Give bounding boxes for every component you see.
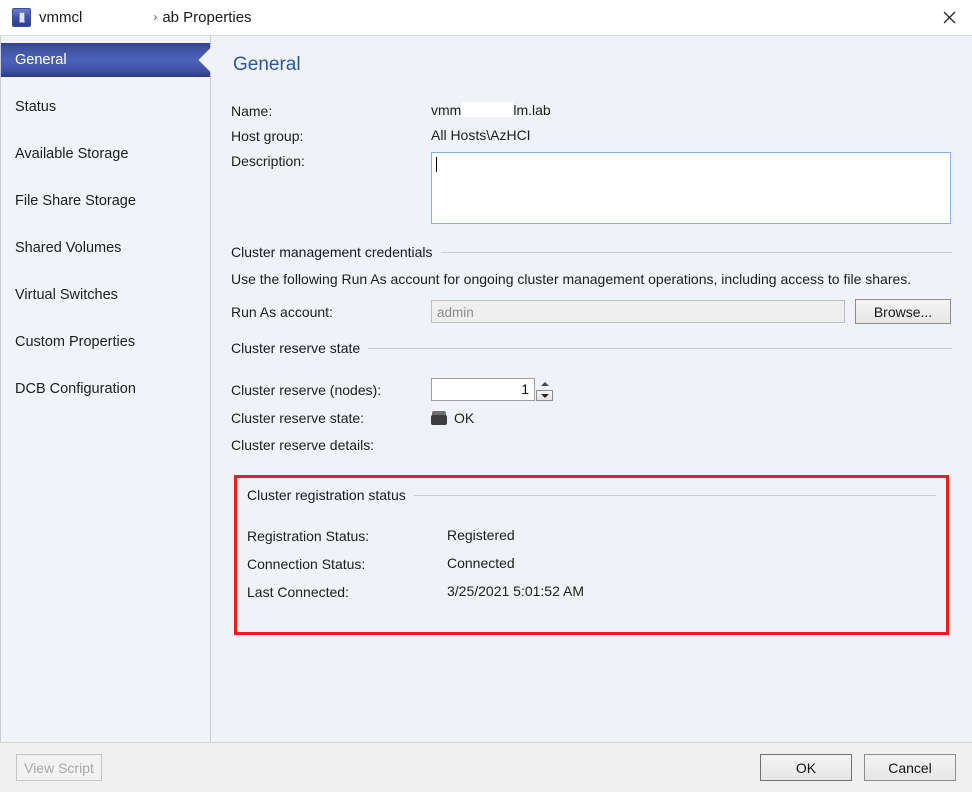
sidebar-item-virtual-switches[interactable]: Virtual Switches (1, 278, 210, 312)
registration-rows: Registration Status: Registered Connecti… (247, 527, 936, 600)
ok-button[interactable]: OK (760, 754, 852, 781)
sidebar-item-label: File Share Storage (15, 193, 136, 209)
registration-group-header: Cluster registration status (247, 487, 936, 503)
stepper-buttons (536, 378, 553, 401)
caret-down-icon (541, 394, 549, 398)
dialog-body: General Status Available Storage File Sh… (0, 35, 972, 742)
host-group-row: Host group: All Hosts\AzHCI (231, 127, 952, 144)
registration-status-value: Registered (447, 527, 515, 543)
name-value: vmm lm.lab (431, 102, 551, 118)
host-group-label: Host group: (231, 127, 431, 144)
host-group-value: All Hosts\AzHCI (431, 127, 531, 143)
group-divider (414, 495, 936, 496)
name-row: Name: vmm lm.lab (231, 102, 952, 119)
reserve-state-label: Cluster reserve state: (231, 409, 431, 426)
view-script-button[interactable]: View Script (16, 754, 102, 781)
browse-button[interactable]: Browse... (855, 299, 951, 324)
group-divider (441, 252, 952, 253)
name-label: Name: (231, 102, 431, 119)
description-row: Description: (231, 152, 952, 224)
description-label: Description: (231, 152, 431, 169)
description-input[interactable] (431, 152, 951, 224)
registration-status-label: Registration Status: (247, 527, 447, 544)
window-title-suffix: ab Properties (162, 9, 251, 26)
general-panel: General Name: vmm lm.lab Host group: All … (211, 36, 972, 742)
connection-status-label: Connection Status: (247, 555, 447, 572)
cancel-button[interactable]: Cancel (864, 754, 956, 781)
close-button[interactable] (926, 0, 972, 34)
reserve-state-row: Cluster reserve state: OK (231, 409, 952, 426)
stepper-up-button[interactable] (536, 378, 553, 389)
sidebar-item-label: Status (15, 99, 56, 115)
reserve-nodes-stepper[interactable]: 1 (431, 378, 553, 401)
page-title: General (233, 54, 952, 76)
sidebar-item-label: General (15, 52, 67, 68)
caret-up-icon (541, 382, 549, 386)
sidebar-item-label: Virtual Switches (15, 287, 118, 303)
reserve-nodes-row: Cluster reserve (nodes): 1 (231, 378, 952, 401)
registration-status-row: Registration Status: Registered (247, 527, 936, 544)
cluster-node-icon (431, 411, 447, 425)
reserve-nodes-input[interactable]: 1 (431, 378, 535, 401)
credentials-group-title: Cluster management credentials (231, 244, 433, 260)
run-as-input[interactable]: admin (431, 300, 845, 323)
dialog-footer: View Script OK Cancel (0, 742, 972, 792)
sidebar-item-label: Shared Volumes (15, 240, 121, 256)
title-separator: › (148, 10, 162, 24)
credentials-group-header: Cluster management credentials (231, 244, 952, 260)
reserve-details-label: Cluster reserve details: (231, 436, 431, 453)
name-value-redaction (461, 102, 513, 117)
reserve-details-row: Cluster reserve details: (231, 436, 952, 453)
connection-status-value: Connected (447, 555, 515, 571)
sidebar-item-custom-properties[interactable]: Custom Properties (1, 325, 210, 359)
window-title-prefix: vmmcl (39, 9, 82, 26)
sidebar-item-label: Custom Properties (15, 334, 135, 350)
sidebar-item-dcb-configuration[interactable]: DCB Configuration (1, 372, 210, 406)
sidebar-item-general[interactable]: General (1, 43, 210, 77)
selected-chevron-icon (197, 43, 211, 77)
registration-group-title: Cluster registration status (247, 487, 406, 503)
last-connected-label: Last Connected: (247, 583, 447, 600)
connection-status-row: Connection Status: Connected (247, 555, 936, 572)
sidebar-item-label: Available Storage (15, 146, 128, 162)
sidebar-nav: General Status Available Storage File Sh… (1, 36, 211, 742)
group-divider (368, 348, 952, 349)
run-as-label: Run As account: (231, 303, 431, 320)
sidebar-item-status[interactable]: Status (1, 90, 210, 124)
last-connected-row: Last Connected: 3/25/2021 5:01:52 AM (247, 583, 936, 600)
run-as-row: Run As account: admin Browse... (231, 299, 952, 324)
name-value-suffix: lm.lab (513, 102, 550, 118)
credentials-group: Cluster management credentials Use the f… (231, 244, 952, 324)
text-caret (436, 157, 437, 172)
window-title: vmmcl ›ab Properties (39, 9, 252, 26)
name-value-prefix: vmm (431, 102, 461, 118)
close-icon (943, 11, 956, 24)
last-connected-value: 3/25/2021 5:01:52 AM (447, 583, 584, 599)
reserve-state-value: OK (454, 410, 474, 426)
stepper-down-button[interactable] (536, 390, 553, 401)
reserve-group-title: Cluster reserve state (231, 340, 360, 356)
title-bar: vmmcl ›ab Properties (0, 0, 972, 35)
credentials-help-text: Use the following Run As account for ong… (231, 270, 943, 289)
vmm-cluster-icon (12, 8, 31, 27)
sidebar-item-label: DCB Configuration (15, 381, 136, 397)
registration-group: Cluster registration status Registration… (231, 475, 952, 635)
properties-dialog: vmmcl ›ab Properties General Status Avail… (0, 0, 972, 792)
sidebar-item-file-share-storage[interactable]: File Share Storage (1, 184, 210, 218)
reserve-nodes-label: Cluster reserve (nodes): (231, 381, 431, 398)
reserve-group-header: Cluster reserve state (231, 340, 952, 356)
sidebar-item-shared-volumes[interactable]: Shared Volumes (1, 231, 210, 265)
reserve-group: Cluster reserve state Cluster reserve (n… (231, 340, 952, 453)
sidebar-item-available-storage[interactable]: Available Storage (1, 137, 210, 171)
